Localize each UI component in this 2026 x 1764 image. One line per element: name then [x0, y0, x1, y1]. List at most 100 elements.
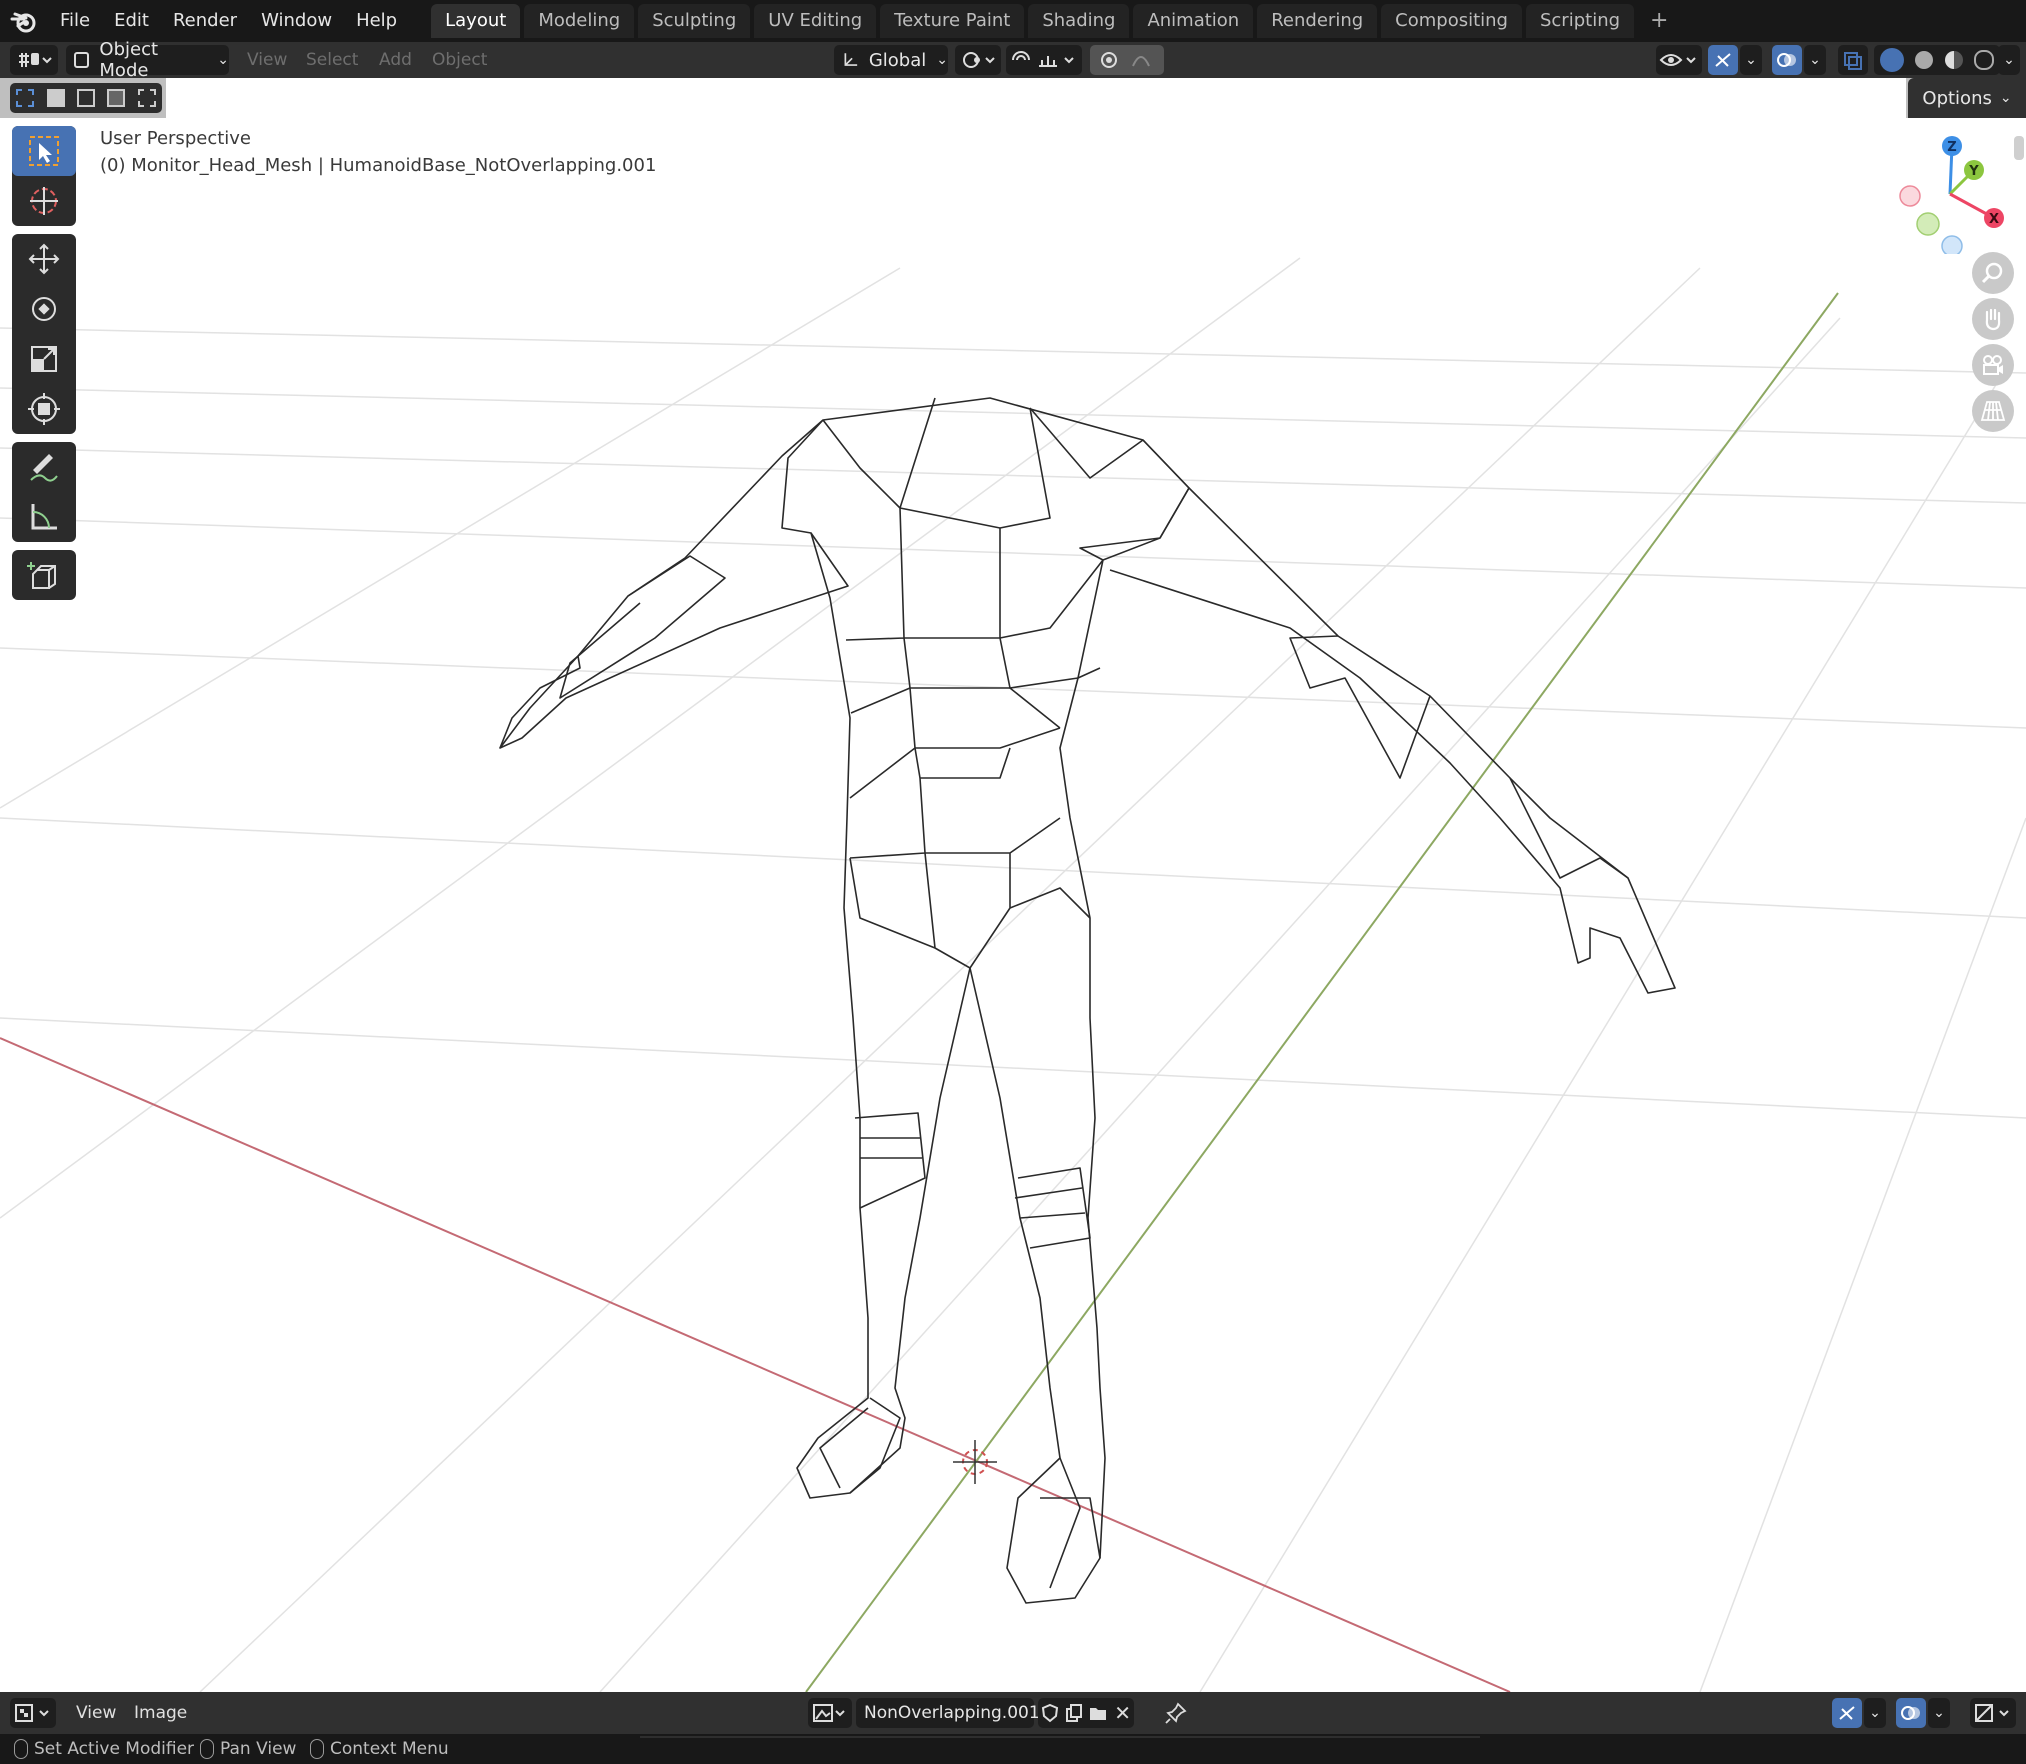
duplicate-icon[interactable] [1065, 1703, 1083, 1723]
menu-help[interactable]: Help [344, 0, 409, 42]
gizmo-dropdown[interactable]: ⌄ [1864, 1698, 1886, 1728]
rendered-shading-icon[interactable] [1974, 50, 1995, 70]
grid-perspective-icon [1980, 401, 2006, 421]
humanoid-wireframe-mesh[interactable] [499, 397, 1676, 1604]
viewport-scrollbar[interactable] [2014, 136, 2024, 160]
editor-type-button[interactable] [10, 1698, 56, 1728]
menu-window[interactable]: Window [249, 0, 344, 42]
tab-scripting[interactable]: Scripting [1525, 4, 1635, 38]
header-menu-add[interactable]: Add [379, 42, 412, 78]
pivot-point-button[interactable] [955, 45, 1001, 75]
image-actions-group: ✕ [1038, 1698, 1134, 1728]
pan-button[interactable] [1972, 298, 2014, 340]
workspace-tabs: Layout Modeling Sculpting UV Editing Tex… [431, 0, 1680, 42]
image-name-field[interactable]: NonOverlapping.001 [856, 1698, 1040, 1728]
select-box-tool[interactable] [12, 126, 76, 176]
overlays-toggle-button[interactable] [1896, 1698, 1926, 1728]
eye-icon [1659, 54, 1696, 66]
overlays-toggle-button[interactable] [1772, 45, 1802, 75]
tab-modeling[interactable]: Modeling [524, 4, 635, 38]
gizmo-x-label: X [1989, 212, 1999, 227]
transform-icon [28, 393, 60, 425]
select-subtract-icon[interactable] [76, 89, 95, 107]
toolbar-group-select [12, 126, 76, 226]
tab-shading[interactable]: Shading [1028, 4, 1130, 38]
folder-icon[interactable] [1088, 1703, 1108, 1723]
viewport-canvas [0, 257, 2026, 1692]
proportional-editing-button[interactable] [1090, 45, 1164, 75]
zoom-button[interactable] [1972, 252, 2014, 294]
tab-sculpting[interactable]: Sculpting [638, 4, 751, 38]
display-channels-button[interactable] [1970, 1698, 2016, 1728]
pin-icon[interactable] [1164, 1701, 1188, 1725]
3d-cursor-icon[interactable] [953, 1440, 997, 1484]
wireframe-shading-icon[interactable] [1879, 48, 1904, 72]
select-invert-icon[interactable] [107, 89, 126, 107]
overlays-icon [1777, 53, 1796, 67]
select-intersect-icon[interactable] [137, 89, 156, 107]
image-icon [813, 1704, 845, 1722]
header-menu-object[interactable]: Object [432, 42, 487, 78]
scale-tool[interactable] [12, 334, 76, 384]
tab-uv-editing[interactable]: UV Editing [754, 4, 877, 38]
fake-user-shield-icon[interactable] [1041, 1703, 1059, 1723]
3d-viewport[interactable]: User Perspective (0) Monitor_Head_Mesh |… [0, 118, 2026, 1692]
mouse-middle-icon [200, 1739, 214, 1759]
camera-view-button[interactable] [1972, 344, 2014, 386]
tab-compositing[interactable]: Compositing [1381, 4, 1522, 38]
chevron-down-icon: ⌄ [936, 52, 948, 68]
gizmo-neg-x-axis[interactable] [1899, 185, 1921, 207]
cursor-icon [30, 187, 58, 215]
overlays-dropdown[interactable]: ⌄ [1804, 45, 1826, 75]
chevron-down-icon: ⌄ [1999, 90, 2012, 106]
bottom-menu-view[interactable]: View [76, 1692, 116, 1734]
hand-icon [1985, 308, 2001, 331]
gizmo-neg-y-axis[interactable] [1916, 212, 1940, 236]
menu-render[interactable]: Render [161, 0, 249, 42]
header-menu-select[interactable]: Select [306, 42, 358, 78]
annotate-tool[interactable] [12, 442, 76, 492]
snapping-button[interactable] [1006, 45, 1082, 75]
overlays-dropdown[interactable]: ⌄ [1928, 1698, 1950, 1728]
xray-toggle-button[interactable] [1838, 45, 1868, 75]
tab-texture-paint[interactable]: Texture Paint [880, 4, 1025, 38]
scale-icon [31, 346, 57, 372]
mode-dropdown[interactable]: Object Mode ⌄ [66, 39, 229, 81]
rotate-tool[interactable] [12, 284, 76, 334]
gizmo-toggle-button[interactable] [1708, 45, 1738, 75]
add-cube-tool[interactable] [12, 550, 76, 600]
move-tool[interactable] [12, 234, 76, 284]
menu-edit[interactable]: Edit [102, 0, 161, 42]
tab-rendering[interactable]: Rendering [1257, 4, 1378, 38]
gizmo-toggle-button[interactable] [1832, 1698, 1862, 1728]
tab-animation[interactable]: Animation [1133, 4, 1254, 38]
annotate-icon [30, 454, 58, 482]
transform-tool[interactable] [12, 384, 76, 434]
header-menu-view[interactable]: View [247, 42, 287, 78]
gizmo-dropdown[interactable]: ⌄ [1740, 45, 1762, 75]
gizmo-neg-z-axis[interactable] [1941, 235, 1963, 254]
select-new-icon[interactable] [16, 89, 35, 107]
navigation-gizmo[interactable]: Z Y X [1890, 134, 2010, 254]
perspective-toggle-button[interactable] [1972, 390, 2014, 432]
editor-type-button[interactable] [10, 45, 58, 75]
measure-tool[interactable] [12, 492, 76, 542]
image-browse-button[interactable] [808, 1698, 852, 1728]
transform-orientation-dropdown[interactable]: Global ⌄ [834, 45, 948, 75]
toolbar-group-annotate [12, 442, 76, 542]
material-shading-icon[interactable] [1944, 51, 1963, 69]
plus-icon[interactable]: + [1638, 4, 1680, 38]
menu-file[interactable]: File [48, 0, 102, 42]
visibility-button[interactable] [1656, 45, 1702, 75]
close-icon[interactable]: ✕ [1114, 1701, 1131, 1725]
select-extend-icon[interactable] [46, 89, 65, 107]
gizmo-icon [1715, 53, 1731, 67]
solid-shading-icon[interactable] [1915, 51, 1934, 69]
shading-dropdown[interactable]: ⌄ [1998, 45, 2020, 75]
bottom-menu-image[interactable]: Image [134, 1692, 187, 1734]
tab-layout[interactable]: Layout [431, 4, 521, 38]
gizmo-y-label: Y [1968, 164, 1979, 179]
blender-logo-icon[interactable] [0, 0, 48, 42]
cursor-tool[interactable] [12, 176, 76, 226]
options-dropdown[interactable]: Options ⌄ [1908, 78, 2026, 118]
